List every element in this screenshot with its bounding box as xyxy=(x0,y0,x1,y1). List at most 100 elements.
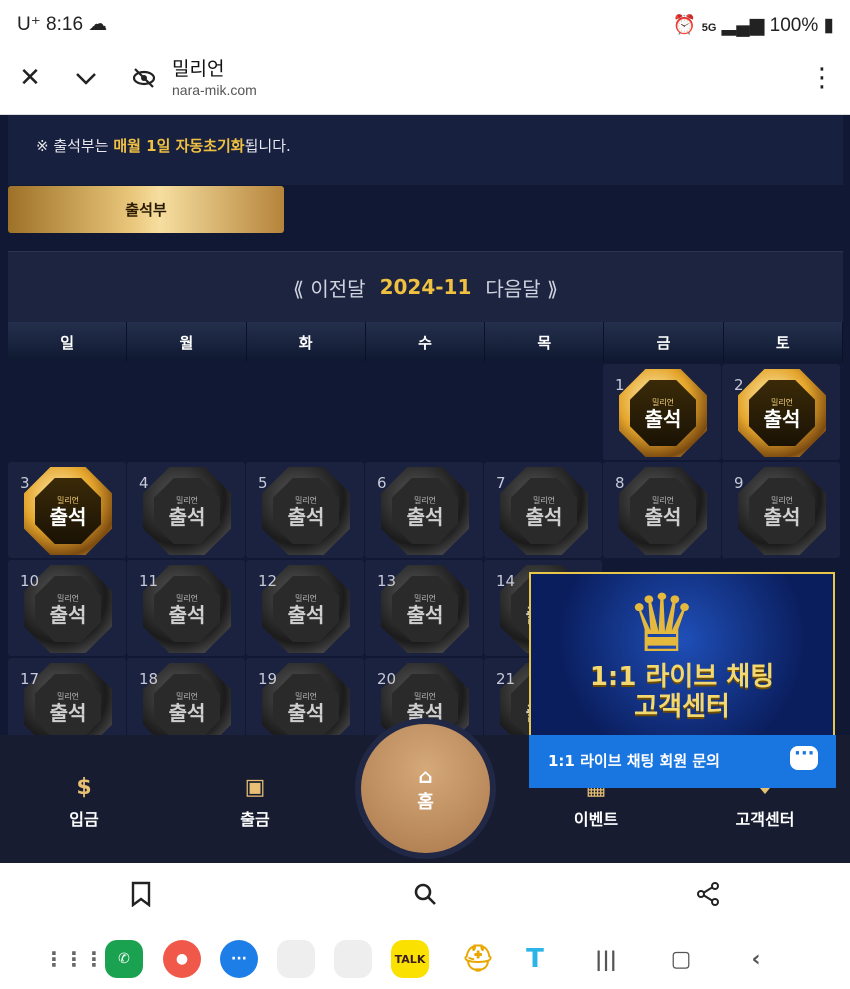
calendar-day-1[interactable]: 밀리언 출석 1 xyxy=(603,364,721,460)
nav-deposit-label: 입금 xyxy=(69,810,99,829)
badge-label: 출석 xyxy=(406,700,444,725)
app-folder-1-icon[interactable] xyxy=(277,940,315,978)
day-number: 1 xyxy=(615,376,625,394)
calendar-day-7[interactable]: 밀리언 출석 7 xyxy=(484,462,602,558)
badge-label: 출석 xyxy=(406,504,444,529)
day-number: 11 xyxy=(139,572,159,590)
nav-withdraw[interactable]: ▣ 출금 xyxy=(205,775,305,830)
home-nav-icon[interactable]: ▢ xyxy=(662,940,700,978)
chat-banner-title-line1: 1:1 라이브 채팅 xyxy=(589,662,775,692)
badge-label: 출석 xyxy=(168,504,206,529)
status-bar: U⁺ 8:16 ☁ ⏰ 5G ▂▄▆ 100% ▮ xyxy=(0,0,850,48)
calendar-day-12[interactable]: 밀리언 출석 12 xyxy=(246,560,364,656)
calendar-day-11[interactable]: 밀리언 출석 11 xyxy=(127,560,245,656)
day-number: 9 xyxy=(734,474,744,492)
network-label: 5G xyxy=(701,22,717,34)
badge-logo: 밀리언 xyxy=(532,495,556,505)
badge-label: 출석 xyxy=(763,406,801,431)
notice-prefix: ※ 출석부는 xyxy=(36,137,114,155)
badge-label: 출석 xyxy=(49,700,87,725)
badge-label: 출석 xyxy=(763,504,801,529)
calendar-day-3[interactable]: 밀리언 출석 3 xyxy=(8,462,126,558)
badge-logo: 밀리언 xyxy=(651,495,675,505)
nav-withdraw-label: 출금 xyxy=(240,810,270,829)
day-number: 19 xyxy=(258,670,278,688)
calendar-day-13[interactable]: 밀리언 출석 13 xyxy=(365,560,483,656)
alarm-icon: ⏰ xyxy=(672,15,697,36)
attended-badge-icon: 밀리언 출석 xyxy=(24,467,112,555)
next-month-link[interactable]: 다음달 ⟫ xyxy=(485,273,558,302)
app-grid-icon[interactable]: ⋮⋮⋮ xyxy=(44,940,104,978)
badge-logo: 밀리언 xyxy=(56,593,80,603)
browser-bottom-bar xyxy=(0,863,850,930)
crown-icon: ♛ xyxy=(626,577,698,670)
badge-logo: 밀리언 xyxy=(294,495,318,505)
bookmark-icon[interactable] xyxy=(130,881,152,914)
live-chat-banner[interactable]: ♛ 1:1 라이브 채팅 고객센터 xyxy=(529,572,835,740)
badge-logo: 밀리언 xyxy=(413,593,437,603)
weekday-0: 일 xyxy=(8,322,128,362)
calendar-day-5[interactable]: 밀리언 출석 5 xyxy=(246,462,364,558)
contacts-app-icon[interactable]: ● xyxy=(163,940,201,978)
notice-suffix: 됩니다. xyxy=(244,137,291,155)
day-number: 13 xyxy=(377,572,397,590)
badge-label: 출석 xyxy=(287,700,325,725)
share-icon[interactable] xyxy=(695,881,721,914)
site-title: 밀리언 xyxy=(172,59,225,80)
weekday-2: 화 xyxy=(246,322,366,362)
cloud-icon: ☁ xyxy=(88,14,108,35)
close-icon[interactable]: ✕ xyxy=(10,58,50,98)
calendar-day-empty xyxy=(365,364,483,460)
badge-logo: 밀리언 xyxy=(56,495,80,505)
site-url[interactable]: nara-mik.com xyxy=(172,82,257,98)
badge-logo: 밀리언 xyxy=(413,495,437,505)
chat-banner-title: 1:1 라이브 채팅 고객센터 xyxy=(531,662,833,722)
calendar-day-10[interactable]: 밀리언 출석 10 xyxy=(8,560,126,656)
badge-logo: 밀리언 xyxy=(770,397,794,407)
day-number: 3 xyxy=(20,474,30,492)
day-number: 2 xyxy=(734,376,744,394)
app-folder-2-icon[interactable] xyxy=(334,940,372,978)
not-attended-badge-icon: 밀리언출석 xyxy=(143,467,231,555)
calendar-day-4[interactable]: 밀리언 출석 4 xyxy=(127,462,245,558)
kakaotalk-app-icon[interactable]: TALK xyxy=(391,940,429,978)
search-icon[interactable] xyxy=(412,881,438,914)
dollar-icon: $ xyxy=(76,775,92,800)
badge-label: 출석 xyxy=(406,602,444,627)
signal-icon: ▂▄▆ xyxy=(721,15,765,36)
notice-line-2: ※ 출석부는 매월 1일 자동초기화됩니다. xyxy=(36,135,291,156)
not-attended-badge-icon: 밀리언출석 xyxy=(619,467,707,555)
nav-deposit[interactable]: $ 입금 xyxy=(34,775,134,830)
calendar-day-2[interactable]: 밀리언 출석 2 xyxy=(722,364,840,460)
prev-month-link[interactable]: ⟪ 이전달 xyxy=(293,273,366,302)
phone-app-icon[interactable]: ✆ xyxy=(105,940,143,978)
weekday-6: 토 xyxy=(723,322,843,362)
day-number: 12 xyxy=(258,572,278,590)
weekday-1: 월 xyxy=(127,322,247,362)
kakaotalk-label: TALK xyxy=(394,952,426,966)
more-vertical-icon[interactable]: ⋮ xyxy=(802,58,842,98)
status-left: U⁺ 8:16 ☁ xyxy=(17,13,107,36)
day-number: 5 xyxy=(258,474,268,492)
recent-apps-icon[interactable]: ||| xyxy=(587,940,625,978)
t-app-icon[interactable]: T xyxy=(516,940,554,978)
not-attended-badge-icon: 밀리언출석 xyxy=(262,467,350,555)
live-chat-bar[interactable]: 1:1 라이브 채팅 회원 문의 xyxy=(529,735,836,788)
day-number: 21 xyxy=(496,670,516,688)
calendar-day-8[interactable]: 밀리언 출석 8 xyxy=(603,462,721,558)
badge-logo: 밀리언 xyxy=(56,691,80,701)
chat-bubble-icon xyxy=(790,743,818,770)
attendance-button[interactable]: 출석부 xyxy=(8,186,284,233)
eye-off-icon[interactable] xyxy=(124,58,164,98)
wallet-icon: ▣ xyxy=(244,775,266,800)
calendar-day-6[interactable]: 밀리언 출석 6 xyxy=(365,462,483,558)
home-button[interactable]: ⌂ 홈 xyxy=(361,724,490,853)
chevron-down-icon[interactable] xyxy=(66,58,106,98)
messages-app-icon[interactable]: ··· xyxy=(220,940,258,978)
calendar-day-9[interactable]: 밀리언 출석 9 xyxy=(722,462,840,558)
back-nav-icon[interactable]: ‹ xyxy=(737,940,775,978)
notice-highlight: 매월 1일 자동초기화 xyxy=(113,137,245,155)
day-number: 20 xyxy=(377,670,397,688)
status-right: ⏰ 5G ▂▄▆ 100% ▮ xyxy=(673,13,834,37)
helmet-app-icon[interactable]: ⛑ xyxy=(459,940,497,978)
